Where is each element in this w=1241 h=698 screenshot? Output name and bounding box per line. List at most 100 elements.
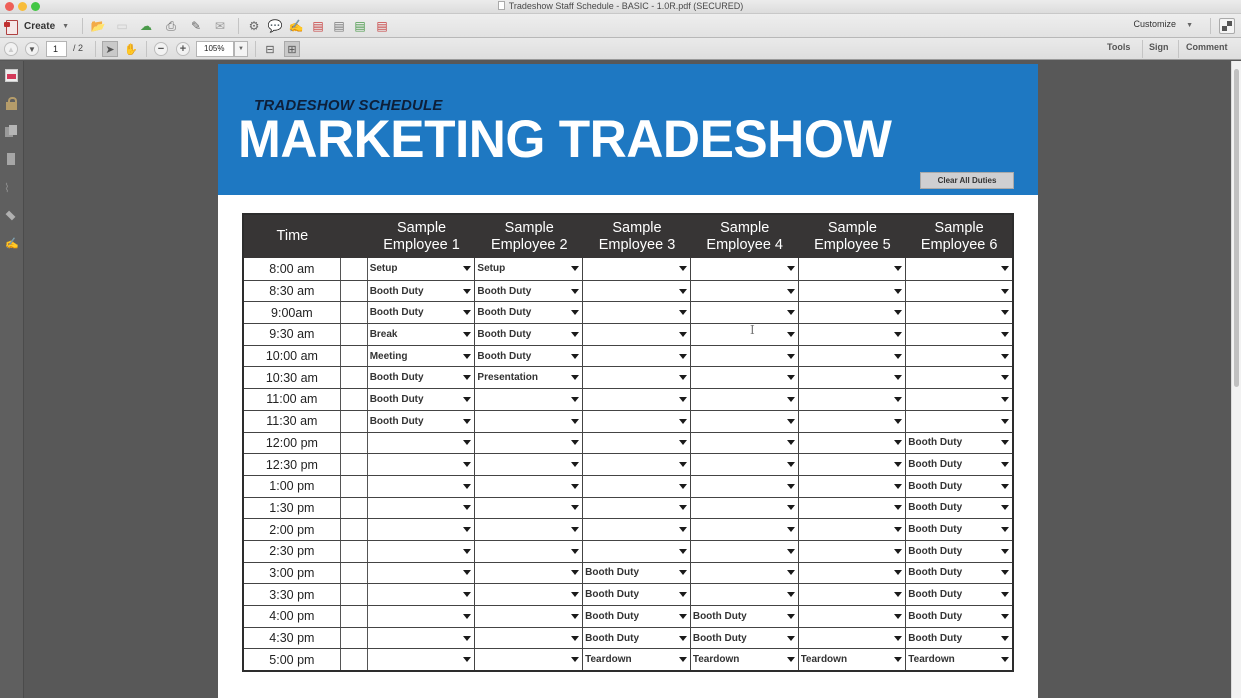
- duty-dropdown[interactable]: [906, 324, 1012, 345]
- duty-dropdown[interactable]: [475, 410, 584, 432]
- duty-dropdown[interactable]: Meeting: [368, 345, 476, 367]
- duty-dropdown[interactable]: Booth Duty: [691, 627, 799, 649]
- duty-dropdown[interactable]: Booth Duty: [368, 389, 476, 410]
- dropdown-arrow-icon[interactable]: [786, 310, 795, 316]
- pdf-edit-icon[interactable]: ▤: [374, 18, 390, 34]
- duty-dropdown[interactable]: Booth Duty: [906, 541, 1012, 562]
- duty-dropdown[interactable]: Teardown: [906, 649, 1012, 670]
- duty-dropdown[interactable]: [475, 606, 584, 627]
- duty-dropdown[interactable]: [691, 280, 799, 302]
- dropdown-arrow-icon[interactable]: [463, 375, 472, 381]
- duty-dropdown[interactable]: [475, 475, 584, 497]
- dropdown-arrow-icon[interactable]: [678, 527, 687, 533]
- print-icon[interactable]: ⎙: [163, 18, 179, 34]
- duty-dropdown[interactable]: [906, 389, 1012, 410]
- dropdown-arrow-icon[interactable]: [1001, 570, 1009, 576]
- dropdown-arrow-icon[interactable]: [894, 635, 903, 641]
- duty-dropdown[interactable]: Teardown: [799, 649, 907, 671]
- duty-dropdown[interactable]: Teardown: [691, 649, 799, 671]
- dropdown-arrow-icon[interactable]: [571, 505, 580, 511]
- duty-dropdown[interactable]: [368, 649, 476, 671]
- hand-tool-icon[interactable]: ✋: [123, 41, 139, 57]
- duty-dropdown[interactable]: [691, 432, 799, 454]
- dropdown-arrow-icon[interactable]: [786, 462, 795, 468]
- duty-dropdown[interactable]: [691, 562, 799, 584]
- duty-dropdown[interactable]: [906, 281, 1012, 302]
- dropdown-arrow-icon[interactable]: [678, 288, 687, 294]
- sign-icon[interactable]: ✍: [288, 18, 304, 34]
- dropdown-arrow-icon[interactable]: [894, 418, 903, 424]
- email-icon[interactable]: ✉: [212, 18, 228, 34]
- duty-dropdown[interactable]: Setup: [475, 258, 584, 280]
- tools-tab[interactable]: Tools: [1107, 42, 1130, 52]
- dropdown-arrow-icon[interactable]: [786, 353, 795, 359]
- gear-icon[interactable]: ⚙: [246, 18, 262, 34]
- duty-dropdown[interactable]: [368, 432, 476, 454]
- scroll-thumb[interactable]: [1234, 69, 1239, 387]
- duty-dropdown[interactable]: Booth Duty: [583, 627, 691, 649]
- dropdown-arrow-icon[interactable]: [678, 505, 687, 511]
- duty-dropdown[interactable]: [368, 540, 476, 562]
- dropdown-arrow-icon[interactable]: [571, 548, 580, 554]
- duty-dropdown[interactable]: Booth Duty: [368, 302, 476, 324]
- dropdown-arrow-icon[interactable]: [463, 527, 472, 533]
- dropdown-arrow-icon[interactable]: [1001, 418, 1009, 424]
- duty-dropdown[interactable]: Booth Duty: [475, 324, 584, 345]
- dropdown-arrow-icon[interactable]: [571, 331, 580, 337]
- dropdown-arrow-icon[interactable]: [894, 375, 903, 381]
- dropdown-arrow-icon[interactable]: [678, 396, 687, 402]
- dropdown-arrow-icon[interactable]: [786, 418, 795, 424]
- dropdown-arrow-icon[interactable]: [1001, 440, 1009, 446]
- dropdown-arrow-icon[interactable]: [571, 375, 580, 381]
- dropdown-arrow-icon[interactable]: [571, 396, 580, 402]
- duty-dropdown[interactable]: Booth Duty: [906, 606, 1012, 627]
- dropdown-arrow-icon[interactable]: [786, 635, 795, 641]
- fit-page-icon[interactable]: ⊟: [262, 41, 278, 57]
- duty-dropdown[interactable]: [799, 519, 907, 540]
- dropdown-arrow-icon[interactable]: [1001, 548, 1009, 554]
- duty-dropdown[interactable]: [799, 584, 907, 605]
- duty-dropdown[interactable]: [583, 389, 691, 410]
- duty-dropdown[interactable]: [691, 258, 799, 280]
- attachment-icon[interactable]: ⌇: [4, 181, 17, 195]
- dropdown-arrow-icon[interactable]: [894, 266, 903, 272]
- duty-dropdown[interactable]: [799, 562, 907, 584]
- dropdown-arrow-icon[interactable]: [786, 592, 795, 598]
- duty-dropdown[interactable]: [475, 497, 584, 519]
- duty-dropdown[interactable]: [799, 367, 907, 389]
- duty-dropdown[interactable]: [799, 606, 907, 627]
- duty-dropdown[interactable]: [583, 454, 691, 475]
- dropdown-arrow-icon[interactable]: [463, 592, 472, 598]
- duty-dropdown[interactable]: [799, 389, 907, 410]
- duty-dropdown[interactable]: [691, 540, 799, 562]
- dropdown-arrow-icon[interactable]: [894, 657, 903, 663]
- duty-dropdown[interactable]: [583, 324, 691, 345]
- dropdown-arrow-icon[interactable]: [463, 548, 472, 554]
- select-tool-icon[interactable]: ➤: [102, 41, 118, 57]
- dropdown-arrow-icon[interactable]: [678, 310, 687, 316]
- dropdown-arrow-icon[interactable]: [571, 613, 580, 619]
- dropdown-arrow-icon[interactable]: [1001, 657, 1009, 663]
- duty-dropdown[interactable]: [906, 302, 1012, 323]
- duty-dropdown[interactable]: Presentation: [475, 367, 584, 389]
- dropdown-arrow-icon[interactable]: [463, 657, 472, 663]
- duty-dropdown[interactable]: [368, 475, 476, 497]
- pdf-remove-icon[interactable]: ▤: [310, 18, 326, 34]
- dropdown-arrow-icon[interactable]: [678, 592, 687, 598]
- duty-dropdown[interactable]: [368, 454, 476, 475]
- dropdown-arrow-icon[interactable]: [571, 570, 580, 576]
- duty-dropdown[interactable]: [799, 280, 907, 302]
- duty-dropdown[interactable]: [368, 497, 476, 519]
- dropdown-arrow-icon[interactable]: [786, 375, 795, 381]
- dropdown-arrow-icon[interactable]: [1001, 505, 1009, 511]
- dropdown-arrow-icon[interactable]: [571, 418, 580, 424]
- page-thumbnails-icon[interactable]: [5, 69, 18, 82]
- duty-dropdown[interactable]: [475, 627, 584, 649]
- duty-dropdown[interactable]: [799, 258, 907, 280]
- duty-dropdown[interactable]: [583, 497, 691, 519]
- dropdown-arrow-icon[interactable]: [678, 657, 687, 663]
- dropdown-arrow-icon[interactable]: [571, 288, 580, 294]
- duty-dropdown[interactable]: Booth Duty: [368, 280, 476, 302]
- duty-dropdown[interactable]: Booth Duty: [906, 628, 1012, 649]
- dropdown-arrow-icon[interactable]: [894, 396, 903, 402]
